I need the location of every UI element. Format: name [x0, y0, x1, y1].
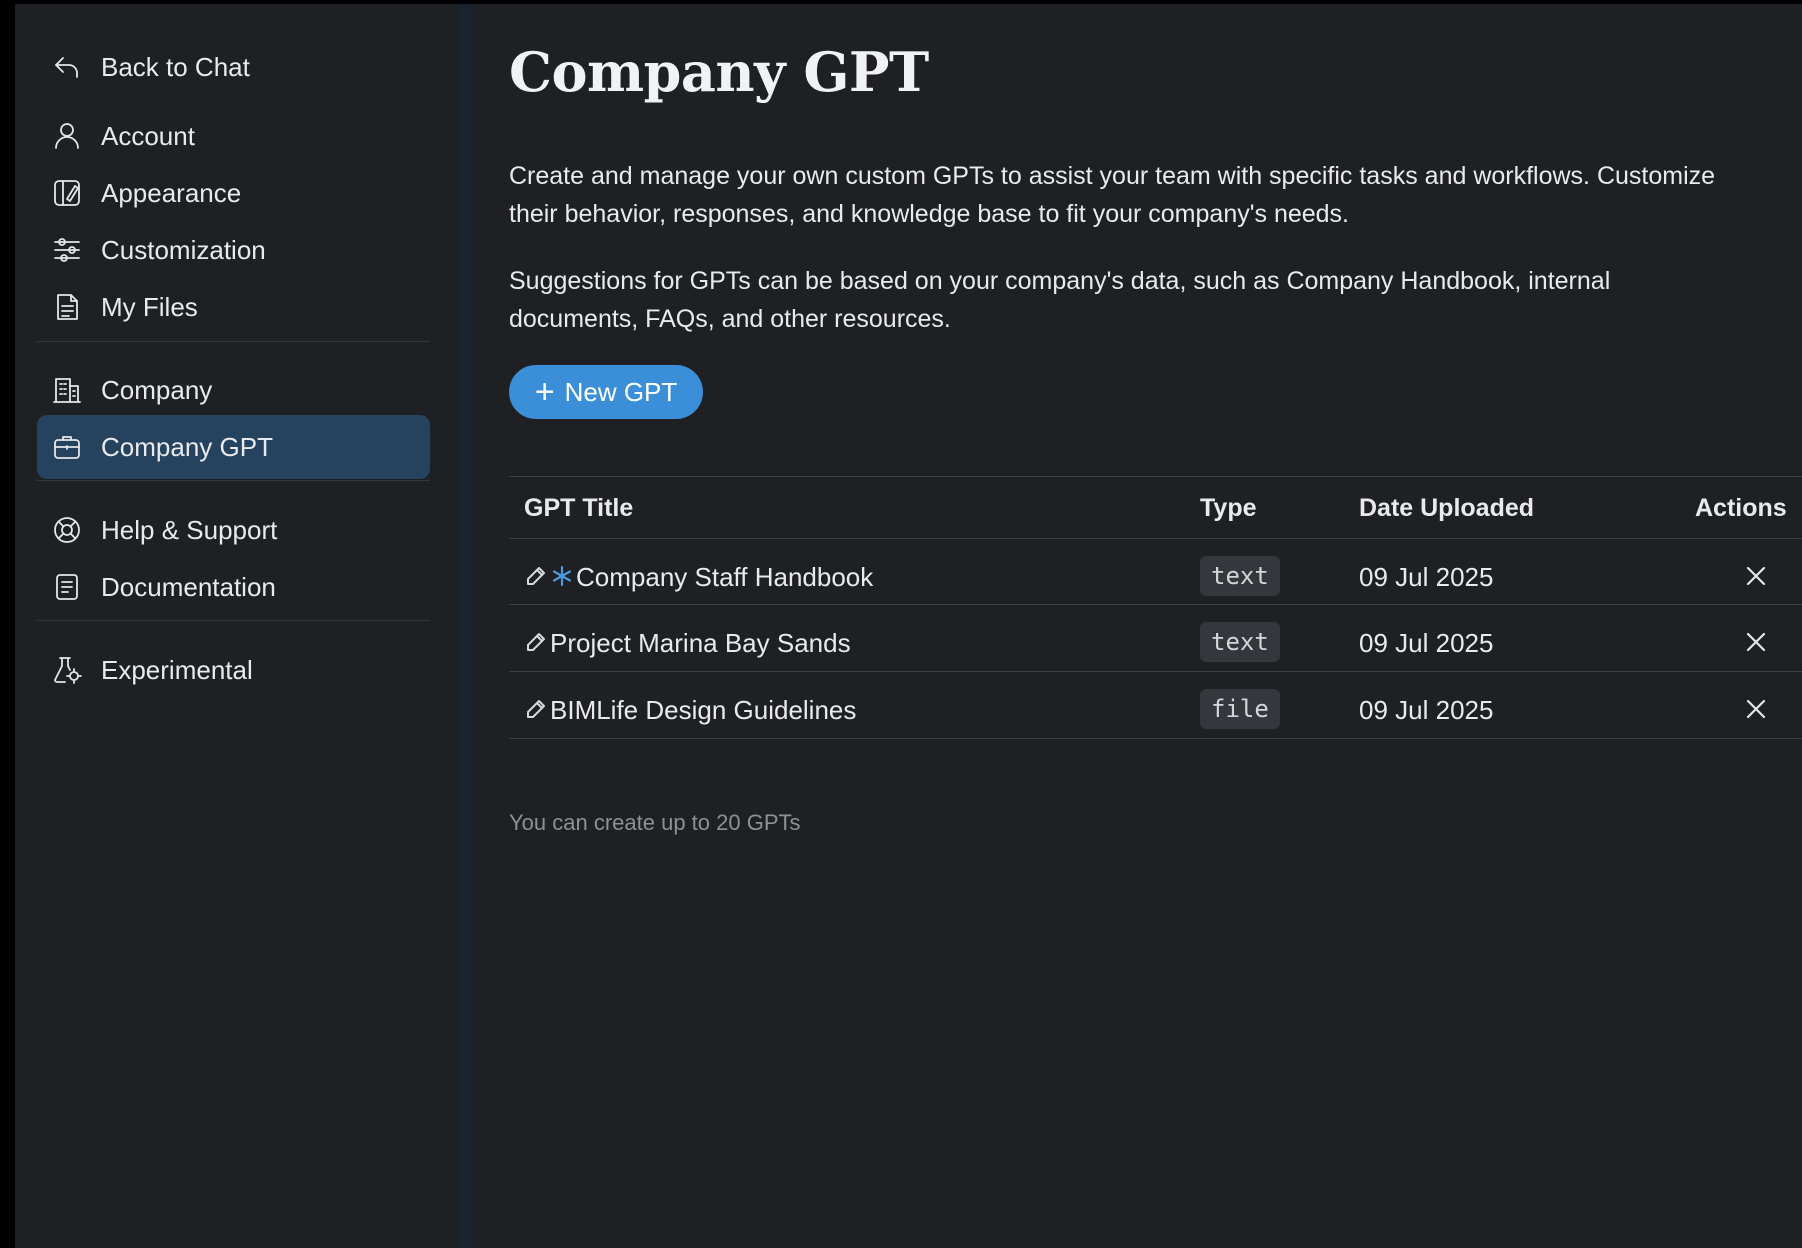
sidebar-item-documentation[interactable]: Documentation [37, 555, 430, 619]
column-header-actions: Actions [1695, 494, 1787, 522]
sliders-icon [51, 234, 83, 266]
appearance-icon [51, 177, 83, 209]
building-icon [51, 374, 83, 406]
sidebar-item-label: My Files [101, 291, 198, 322]
gpt-title[interactable]: BIMLife Design Guidelines [550, 695, 856, 726]
suggestions-paragraph: Suggestions for GPTs can be based on you… [509, 267, 1611, 333]
delete-x-icon[interactable] [1743, 629, 1769, 655]
document-icon [51, 571, 83, 603]
sidebar-item-my-files[interactable]: My Files [37, 275, 430, 339]
sidebar-item-label: Company [101, 374, 213, 405]
date-uploaded: 09 Jul 2025 [1359, 562, 1494, 592]
type-badge: text [1200, 622, 1280, 662]
delete-x-icon[interactable] [1743, 563, 1769, 589]
new-gpt-label: New GPT [564, 376, 678, 407]
sidebar-item-label: Customization [101, 234, 266, 265]
sidebar-item-label: Appearance [101, 177, 242, 208]
plus-icon: + [534, 373, 555, 411]
sidebar-item-experimental[interactable]: Experimental [37, 638, 430, 702]
featured-star-icon [550, 564, 574, 588]
sidebar-item-label: Help & Support [101, 514, 278, 545]
new-gpt-button[interactable]: + New GPT [509, 365, 703, 419]
sidebar-item-appearance[interactable]: Appearance [37, 161, 430, 225]
column-header-type: Type [1200, 494, 1257, 522]
sidebar-item-account[interactable]: Account [37, 104, 430, 168]
back-to-chat-button[interactable]: Back to Chat [37, 35, 430, 99]
row-divider [509, 671, 1802, 672]
sidebar-item-company[interactable]: Company [37, 358, 430, 422]
delete-x-icon[interactable] [1743, 696, 1769, 722]
sidebar-divider [37, 480, 430, 481]
panel-divider [458, 4, 473, 1248]
sidebar-item-customization[interactable]: Customization [37, 218, 430, 282]
file-icon [51, 291, 83, 323]
gpt-title[interactable]: Project Marina Bay Sands [550, 628, 851, 659]
column-header-title: GPT Title [524, 494, 634, 522]
flask-icon [51, 654, 83, 686]
table-header-border [509, 538, 1802, 539]
description-paragraph: Create and manage your own custom GPTs t… [509, 162, 1716, 228]
column-header-date: Date Uploaded [1359, 494, 1535, 522]
gpt-limit-note: You can create up to 20 GPTs [509, 810, 801, 835]
main-content: Company GPT Create and manage your own c… [493, 4, 1802, 1248]
sidebar-item-label: Documentation [101, 571, 276, 602]
back-to-chat-label: Back to Chat [101, 51, 250, 82]
sidebar: Back to Chat Account Appearance Customiz… [15, 4, 458, 1248]
date-uploaded: 09 Jul 2025 [1359, 628, 1494, 658]
edit-pencil-icon[interactable] [524, 564, 548, 588]
type-badge: text [1200, 556, 1280, 596]
row-divider [509, 604, 1802, 605]
date-uploaded: 09 Jul 2025 [1359, 695, 1494, 725]
sidebar-item-company-gpt[interactable]: Company GPT [37, 415, 430, 479]
page-title: Company GPT [509, 40, 929, 104]
back-arrow-icon [51, 51, 83, 83]
sidebar-divider [37, 620, 430, 621]
sidebar-item-label: Account [101, 120, 195, 151]
lifebuoy-icon [51, 514, 83, 546]
edit-pencil-icon[interactable] [524, 697, 548, 721]
edit-pencil-icon[interactable] [524, 630, 548, 654]
briefcase-icon [51, 431, 83, 463]
table-bottom-border [509, 738, 1802, 739]
sidebar-item-label: Company GPT [101, 431, 273, 462]
user-icon [51, 120, 83, 152]
table-top-border [509, 476, 1802, 477]
sidebar-item-label: Experimental [101, 654, 253, 685]
sidebar-divider [37, 341, 430, 342]
gpt-title[interactable]: Company Staff Handbook [576, 562, 873, 593]
settings-window: Back to Chat Account Appearance Customiz… [15, 4, 1802, 1248]
sidebar-item-help-support[interactable]: Help & Support [37, 498, 430, 562]
type-badge: file [1200, 689, 1280, 729]
